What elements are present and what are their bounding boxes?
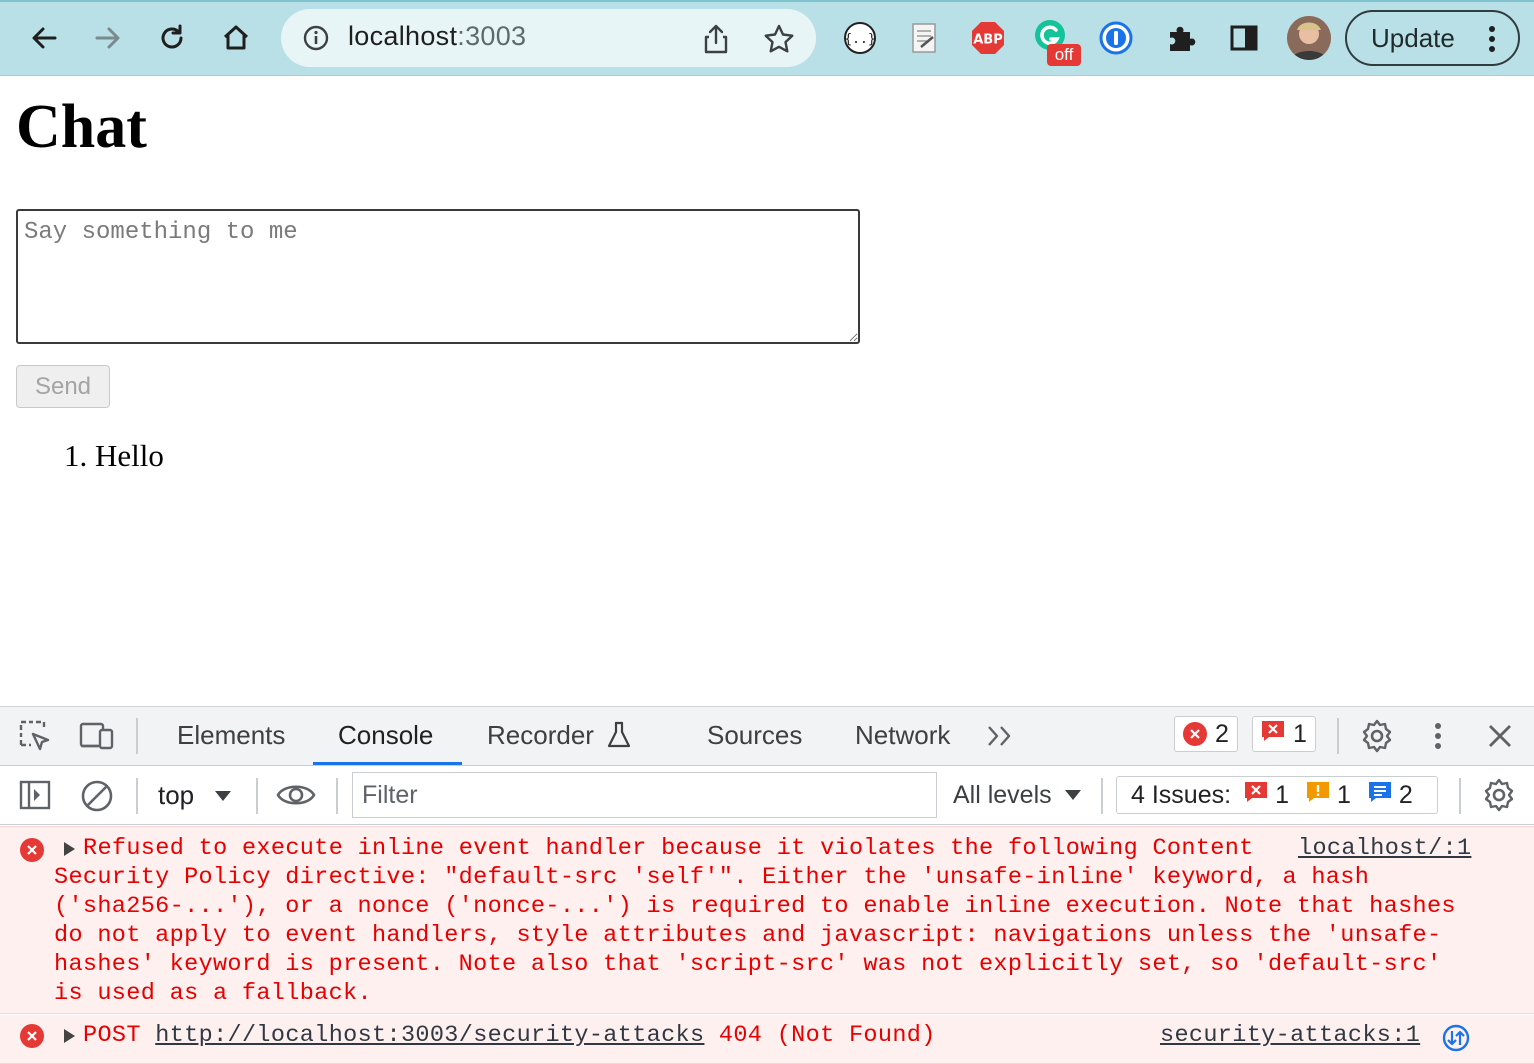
issue-warning-icon (1306, 781, 1330, 810)
issue-warning-count: 1 (1336, 780, 1351, 809)
network-error-line: POST http://localhost:3003/security-atta… (83, 1021, 936, 1050)
browser-menu-icon[interactable] (1482, 22, 1502, 56)
console-filter-input[interactable] (352, 772, 937, 818)
dropdown-triangle-icon (214, 789, 232, 801)
console-settings-gear-icon[interactable] (1481, 777, 1517, 813)
issue-error-icon (1244, 781, 1268, 810)
forward-arrow-icon[interactable] (88, 18, 128, 58)
issue-flag-icon (1261, 720, 1285, 749)
error-text-line: Refused to execute inline event handler … (83, 835, 1254, 862)
source-link[interactable]: localhost/:1 (1298, 834, 1471, 863)
issue-count-badge[interactable]: 1 (1252, 716, 1316, 752)
url-port: :3003 (457, 21, 527, 51)
sidebar-toggle-icon[interactable] (18, 778, 52, 812)
message-textarea[interactable] (16, 209, 860, 344)
clear-console-icon[interactable] (79, 778, 115, 814)
issues-counter-button[interactable]: 4 Issues: 1 1 2 (1116, 776, 1438, 814)
error-text-line: ('sha256-...'), or a nonce ('nonce-...')… (54, 893, 1456, 920)
issues-label: 4 Issues: (1131, 780, 1232, 809)
live-expression-eye-icon[interactable] (276, 780, 316, 810)
toolbar-divider (1337, 718, 1339, 754)
log-levels-select[interactable]: All levels (953, 781, 1052, 810)
error-count: 2 (1215, 719, 1229, 748)
toolbar-divider (1459, 778, 1461, 814)
list-item-number: 1. (64, 438, 88, 473)
request-status: 404 (Not Found) (718, 1022, 936, 1049)
adblock-plus-icon[interactable]: ABP (968, 18, 1008, 58)
tab-recorder[interactable]: Recorder (487, 720, 594, 751)
grammarly-off-badge: off (1047, 44, 1081, 66)
toolbar-divider (1101, 778, 1103, 814)
request-url-link[interactable]: http://localhost:3003/security-attacks (155, 1022, 704, 1049)
url-host: localhost (348, 21, 458, 51)
send-button[interactable]: Send (16, 365, 110, 408)
source-link[interactable]: security-attacks:1 (1160, 1021, 1420, 1050)
error-text-line: hashes' keyword is present. Note also th… (54, 951, 1442, 978)
reload-icon[interactable] (152, 18, 192, 58)
message-list: 1. Hello (64, 438, 164, 474)
side-panel-icon[interactable] (1224, 18, 1264, 58)
expand-triangle-icon[interactable] (64, 1029, 75, 1043)
expand-triangle-icon[interactable] (64, 842, 75, 856)
list-item: 1. Hello (64, 438, 164, 474)
error-circle-icon (1183, 722, 1207, 746)
dropdown-triangle-icon (1064, 788, 1082, 800)
home-icon[interactable] (216, 18, 256, 58)
settings-gear-icon[interactable] (1359, 718, 1395, 754)
json-formatter-icon[interactable]: {..} (840, 18, 880, 58)
error-text-line: Security Policy directive: "default-src … (54, 864, 1370, 891)
network-request-icon[interactable] (1442, 1024, 1470, 1052)
profile-avatar[interactable] (1287, 16, 1331, 60)
url-text: localhost:3003 (348, 21, 526, 52)
devtools-menu-icon[interactable] (1428, 720, 1448, 752)
context-selector[interactable]: top (158, 780, 194, 811)
inspect-element-icon[interactable] (18, 719, 52, 753)
console-error-message[interactable]: Refused to execute inline event handler … (0, 826, 1534, 1014)
console-error-message[interactable]: POST http://localhost:3003/security-atta… (0, 1015, 1534, 1064)
issue-error-count: 1 (1275, 780, 1289, 809)
toolbar-divider (256, 778, 258, 814)
svg-text:ABP: ABP (973, 33, 1003, 48)
svg-text:{..}: {..} (844, 32, 875, 47)
error-circle-icon (20, 838, 44, 862)
1password-icon[interactable] (1096, 18, 1136, 58)
request-method: POST (83, 1022, 141, 1049)
issue-info-count: 2 (1398, 780, 1413, 809)
update-label: Update (1371, 23, 1455, 53)
back-arrow-icon[interactable] (24, 18, 64, 58)
device-toolbar-icon[interactable] (78, 719, 116, 753)
tab-console[interactable]: Console (338, 720, 433, 751)
toolbar-divider (136, 718, 138, 754)
error-count-badge[interactable]: 2 (1174, 716, 1238, 752)
site-info-icon[interactable] (302, 24, 330, 52)
tab-elements[interactable]: Elements (177, 720, 285, 751)
flask-icon (605, 720, 633, 750)
active-tab-indicator (313, 762, 462, 765)
more-tabs-chevron-icon[interactable] (985, 722, 1017, 750)
puzzle-extensions-icon[interactable] (1160, 18, 1200, 58)
page-title: Chat (16, 93, 147, 161)
issue-info-icon (1368, 781, 1392, 810)
error-text-line: is used as a fallback. (54, 980, 372, 1007)
share-icon[interactable] (700, 22, 732, 56)
error-text-line: do not apply to event handlers, style at… (54, 922, 1442, 949)
error-circle-icon (20, 1024, 44, 1048)
close-devtools-icon[interactable] (1484, 720, 1516, 752)
notes-extension-icon[interactable] (904, 18, 944, 58)
toolbar-divider (136, 778, 138, 814)
list-item-text: Hello (95, 438, 164, 473)
tab-sources[interactable]: Sources (707, 720, 802, 751)
bookmark-star-icon[interactable] (762, 22, 796, 56)
tab-network[interactable]: Network (855, 720, 950, 751)
issue-count: 1 (1293, 719, 1307, 748)
toolbar-divider (336, 778, 338, 814)
